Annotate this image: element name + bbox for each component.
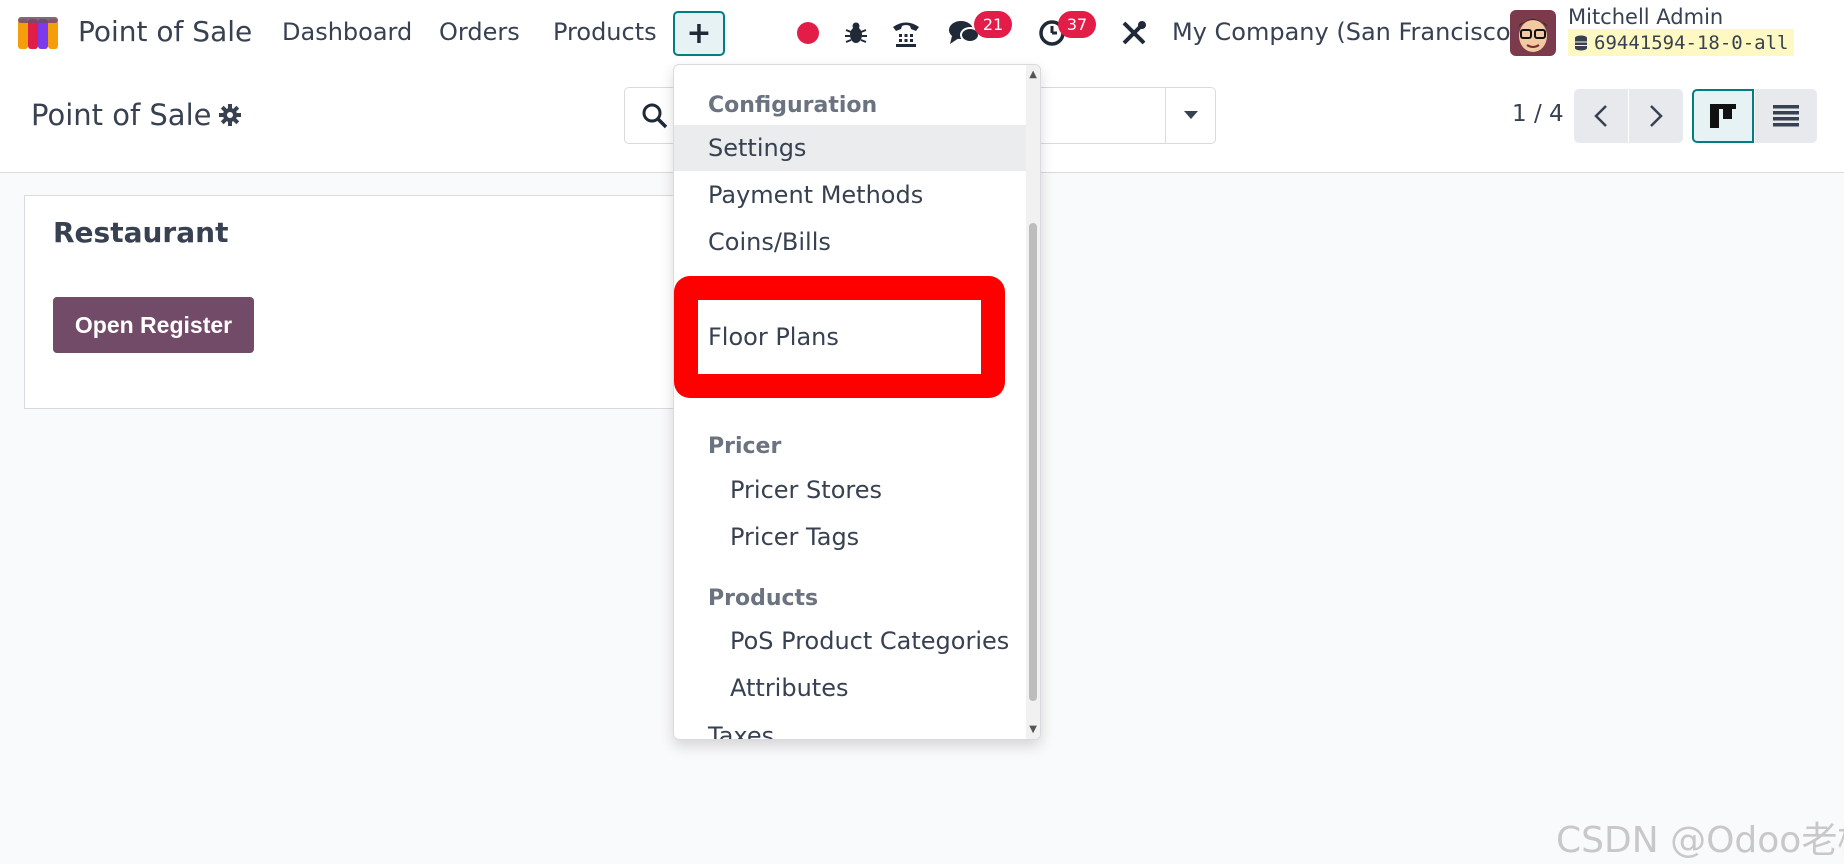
dropdown-item-payment-methods[interactable]: Payment Methods xyxy=(674,172,1026,218)
watermark: CSDN @Odoo老杨 xyxy=(1556,820,1844,861)
menu-products[interactable]: Products xyxy=(553,18,657,46)
chevron-left-icon xyxy=(1594,105,1607,127)
kanban-icon xyxy=(1710,104,1736,128)
dropdown-item-pricer-stores[interactable]: Pricer Stores xyxy=(674,467,1026,513)
menu-dashboard[interactable]: Dashboard xyxy=(282,18,412,46)
list-icon xyxy=(1773,105,1799,127)
search-icon xyxy=(642,103,668,129)
configuration-dropdown: Configuration Settings Payment Methods C… xyxy=(673,64,1041,740)
record-icon[interactable] xyxy=(790,15,826,51)
app-logo-icon[interactable] xyxy=(18,17,66,49)
search-options-toggle[interactable] xyxy=(1165,88,1215,143)
app-title[interactable]: Point of Sale xyxy=(78,15,252,48)
company-switcher[interactable]: My Company (San Francisco) xyxy=(1172,18,1520,46)
breadcrumb: Point of Sale xyxy=(31,98,242,132)
dropdown-item-taxes[interactable]: Taxes xyxy=(674,713,1026,739)
tools-icon[interactable] xyxy=(1116,15,1152,51)
dropdown-item-coins-bills[interactable]: Coins/Bills xyxy=(674,219,1026,265)
top-navbar: Point of Sale Dashboard Orders Products … xyxy=(0,0,1844,66)
scroll-up-arrow-icon[interactable]: ▲ xyxy=(1029,69,1037,80)
list-view-button[interactable] xyxy=(1755,89,1817,143)
dropdown-item-pos-product-categories[interactable]: PoS Product Categories xyxy=(674,618,1026,664)
dropdown-scrollbar[interactable]: ▲ ▼ xyxy=(1026,65,1040,739)
scroll-down-arrow-icon[interactable]: ▼ xyxy=(1029,724,1037,735)
open-register-button[interactable]: Open Register xyxy=(53,297,254,353)
page-title: Point of Sale xyxy=(31,98,212,132)
configuration-menu-button[interactable]: + xyxy=(673,11,725,56)
dropdown-item-pricer-tags[interactable]: Pricer Tags xyxy=(674,514,1026,560)
user-name[interactable]: Mitchell Admin xyxy=(1568,5,1723,29)
dropdown-item-attributes[interactable]: Attributes xyxy=(674,665,1026,711)
annotation-highlight-box xyxy=(674,276,1005,398)
chat-count-badge: 21 xyxy=(974,11,1012,38)
caret-down-icon xyxy=(1183,111,1198,119)
activity-count-badge: 37 xyxy=(1058,11,1096,38)
chevron-right-icon xyxy=(1650,105,1663,127)
bug-icon[interactable] xyxy=(838,15,874,51)
phone-icon[interactable] xyxy=(888,15,924,51)
pager-previous-button[interactable] xyxy=(1574,89,1628,143)
database-name: 69441594-18-0-all xyxy=(1594,31,1789,54)
kanban-view-button[interactable] xyxy=(1692,89,1754,143)
dropdown-section-header: Pricer xyxy=(708,434,782,459)
menu-orders[interactable]: Orders xyxy=(439,18,520,46)
pager-next-button[interactable] xyxy=(1629,89,1683,143)
database-icon xyxy=(1575,35,1587,50)
dropdown-section-header: Products xyxy=(708,586,819,611)
gear-icon[interactable] xyxy=(219,104,242,126)
scrollbar-thumb[interactable] xyxy=(1029,223,1037,701)
user-avatar[interactable] xyxy=(1510,10,1556,56)
database-tag: 69441594-18-0-all xyxy=(1568,29,1795,56)
card-title: Restaurant xyxy=(53,216,229,249)
pos-config-card[interactable]: Restaurant Open Register xyxy=(24,195,684,409)
dropdown-item-settings[interactable]: Settings xyxy=(674,125,1026,171)
dropdown-section-header: Configuration xyxy=(708,93,878,118)
pager-value[interactable]: 1 / 4 xyxy=(1512,101,1564,127)
